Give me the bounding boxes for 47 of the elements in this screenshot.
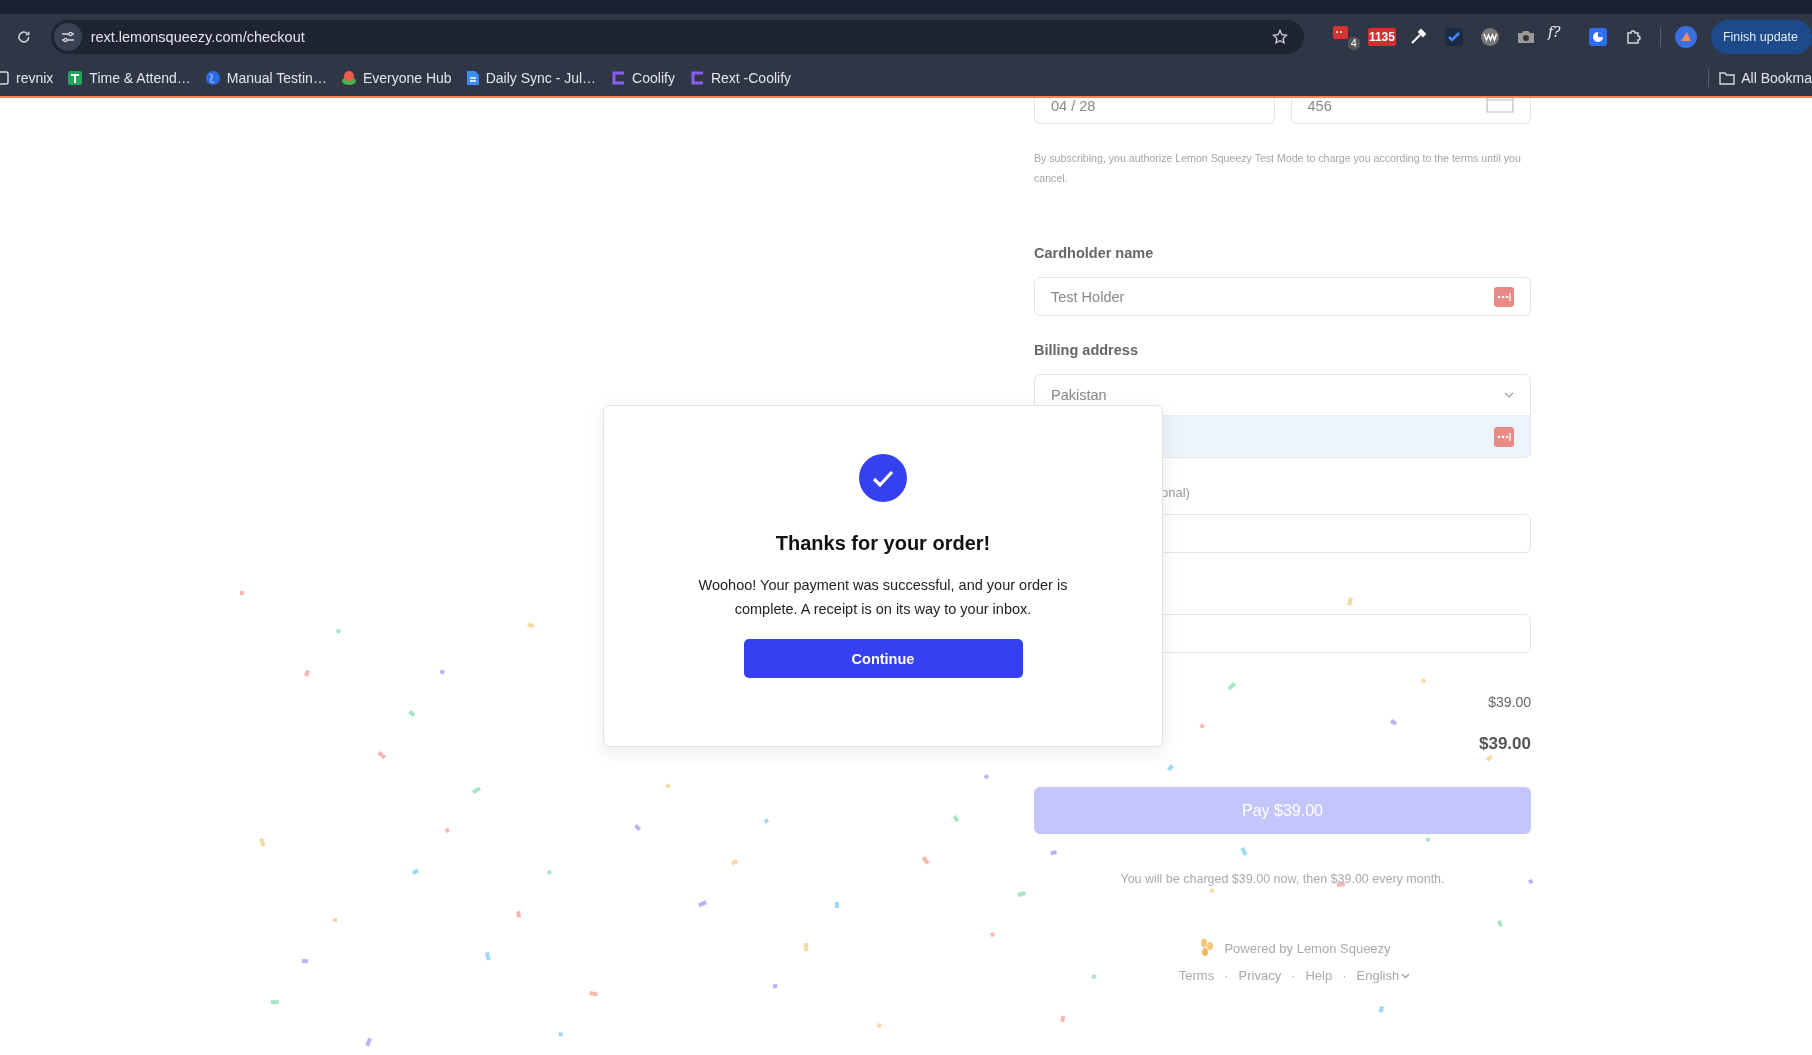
success-check-icon	[859, 454, 907, 502]
page-icon	[0, 71, 10, 85]
site-settings-icon[interactable]	[53, 23, 82, 51]
address-bar[interactable]: rext.lemonsqueezy.com/checkout	[50, 20, 1304, 54]
cvc-card-icon	[1486, 98, 1514, 114]
url-text: rext.lemonsqueezy.com/checkout	[90, 29, 306, 45]
separator-dot: ·	[1224, 968, 1229, 983]
bookmark-item[interactable]: Time & Attend…	[67, 70, 191, 86]
chevron-down-icon	[1504, 392, 1514, 398]
expiry-field[interactable]: 04 / 28	[1034, 98, 1275, 124]
bookmark-item[interactable]: Coolify	[610, 70, 675, 86]
hub-logo-icon	[340, 70, 357, 86]
cvc-field[interactable]: 456	[1290, 98, 1531, 124]
wave-extension-icon[interactable]	[1479, 27, 1500, 47]
document-icon	[465, 70, 480, 86]
spreadsheet-icon	[67, 70, 84, 86]
charge-note: You will be charged $39.00 now, then $39.00 every month.	[1120, 872, 1445, 886]
bookmark-item[interactable]: Rext -Coolify	[688, 70, 792, 86]
field-label: Cardholder name	[1034, 245, 1155, 261]
total-amount: $39.00	[1479, 734, 1531, 754]
bracket-logo-icon	[610, 70, 627, 86]
finish-update-button[interactable]: Finish update	[1710, 20, 1812, 54]
cardholder-name-field[interactable]: Test Holder	[1034, 277, 1531, 316]
bookmark-item[interactable]: Daily Sync - Jul…	[465, 70, 597, 86]
chat-extension-icon[interactable]	[1587, 27, 1608, 47]
field-label: Billing address	[1034, 342, 1139, 358]
bookmark-star-icon[interactable]	[1271, 29, 1288, 45]
reload-icon[interactable]	[16, 29, 32, 45]
bookmark-item[interactable]: revnix	[0, 70, 54, 86]
formula-extension-icon[interactable]: f?	[1547, 24, 1576, 50]
subtotal-amount: $39.00	[1488, 694, 1531, 710]
dialog-title: Thanks for your order!	[775, 532, 991, 555]
continue-button[interactable]: Continue	[743, 639, 1023, 678]
counter-extension-icon[interactable]: 1135	[1367, 28, 1396, 46]
subscription-disclaimer: By subscribing, you authorize Lemon Squeezy Test Mode to charge you according to the terms until you cancel.	[1034, 151, 1522, 186]
separator-dot: ·	[1342, 968, 1347, 983]
globe-icon	[204, 70, 221, 86]
profile-avatar-icon[interactable]	[1674, 26, 1697, 48]
bookmark-item[interactable]: Everyone Hub	[340, 70, 452, 86]
chevron-down-icon	[1401, 972, 1411, 979]
check-extension-icon[interactable]	[1443, 27, 1464, 47]
bookmark-item[interactable]: Manual Testin…	[204, 70, 327, 86]
powered-by-text: Powered by Lemon Squeezy	[1224, 940, 1391, 956]
folder-icon	[1719, 71, 1736, 85]
separator-dot: ·	[1291, 968, 1296, 983]
dialog-message: Woohoo! Your payment was successful, and your order is complete. A receipt is on its way to your inbox.	[697, 576, 1069, 619]
all-bookmarks-item[interactable]: All Bookma	[1719, 70, 1812, 86]
